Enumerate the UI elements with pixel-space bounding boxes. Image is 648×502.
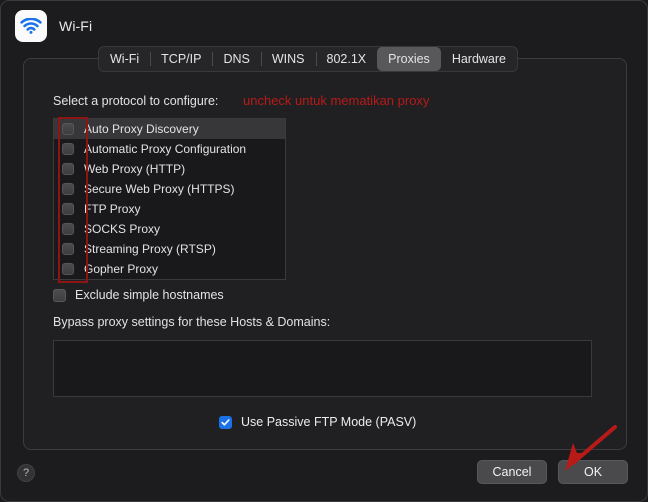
checkbox-streaming-proxy-rtsp[interactable] (62, 243, 74, 255)
list-item[interactable]: Auto Proxy Discovery (54, 119, 285, 139)
checkbox-socks-proxy[interactable] (62, 223, 74, 235)
tab-wins[interactable]: WINS (260, 47, 316, 71)
annotation-note: uncheck untuk mematikan proxy (243, 93, 430, 108)
list-item[interactable]: FTP Proxy (54, 199, 285, 219)
passive-ftp-label: Use Passive FTP Mode (PASV) (241, 415, 417, 429)
list-item-label: Secure Web Proxy (HTTPS) (84, 182, 235, 196)
checkbox-web-proxy-http[interactable] (62, 163, 74, 175)
list-item-label: Auto Proxy Discovery (84, 122, 199, 136)
page-title: Wi-Fi (59, 18, 93, 34)
exclude-simple-hostnames-label: Exclude simple hostnames (75, 288, 224, 302)
dialog-header: Wi-Fi (15, 10, 92, 42)
checkbox-ftp-proxy[interactable] (62, 203, 74, 215)
cancel-button[interactable]: Cancel (477, 460, 547, 484)
checkbox-secure-web-proxy-https[interactable] (62, 183, 74, 195)
checkmark-icon (221, 418, 230, 426)
list-item[interactable]: Web Proxy (HTTP) (54, 159, 285, 179)
bypass-label: Bypass proxy settings for these Hosts & … (53, 315, 331, 329)
list-item[interactable]: Streaming Proxy (RTSP) (54, 239, 285, 259)
list-item-label: Streaming Proxy (RTSP) (84, 242, 216, 256)
checkbox-auto-proxy-discovery[interactable] (62, 123, 74, 135)
help-button[interactable]: ? (17, 464, 35, 482)
list-item[interactable]: Secure Web Proxy (HTTPS) (54, 179, 285, 199)
tab-wifi[interactable]: Wi-Fi (99, 47, 150, 71)
list-item[interactable]: Automatic Proxy Configuration (54, 139, 285, 159)
checkbox-passive-ftp[interactable] (219, 415, 232, 429)
list-item-label: FTP Proxy (84, 202, 141, 216)
bypass-input[interactable] (53, 340, 592, 397)
exclude-simple-hostnames-row[interactable]: Exclude simple hostnames (53, 288, 224, 302)
passive-ftp-row[interactable]: Use Passive FTP Mode (PASV) (219, 415, 416, 429)
network-proxies-dialog: Wi-Fi Wi-Fi TCP/IP DNS WINS 802.1X Proxi… (0, 0, 648, 502)
wifi-icon (15, 10, 47, 42)
ok-button[interactable]: OK (558, 460, 628, 484)
list-item-label: Web Proxy (HTTP) (84, 162, 186, 176)
list-item[interactable]: SOCKS Proxy (54, 219, 285, 239)
list-item-label: SOCKS Proxy (84, 222, 161, 236)
protocol-list[interactable]: Auto Proxy Discovery Automatic Proxy Con… (53, 118, 286, 280)
list-item[interactable]: Gopher Proxy (54, 259, 285, 279)
tab-bar: Wi-Fi TCP/IP DNS WINS 802.1X Proxies Har… (98, 46, 518, 72)
tab-dns[interactable]: DNS (212, 47, 260, 71)
list-item-label: Automatic Proxy Configuration (84, 142, 247, 156)
tab-8021x[interactable]: 802.1X (315, 47, 378, 71)
protocol-label: Select a protocol to configure: (53, 94, 219, 108)
proxies-panel: Select a protocol to configure: uncheck … (23, 58, 627, 450)
tab-tcpip[interactable]: TCP/IP (150, 47, 212, 71)
checkbox-automatic-proxy-configuration[interactable] (62, 143, 74, 155)
tab-hardware[interactable]: Hardware (441, 47, 517, 71)
tab-proxies[interactable]: Proxies (377, 47, 441, 71)
list-item-label: Gopher Proxy (84, 262, 159, 276)
checkbox-exclude-simple-hostnames[interactable] (53, 288, 66, 302)
checkbox-gopher-proxy[interactable] (62, 263, 74, 275)
